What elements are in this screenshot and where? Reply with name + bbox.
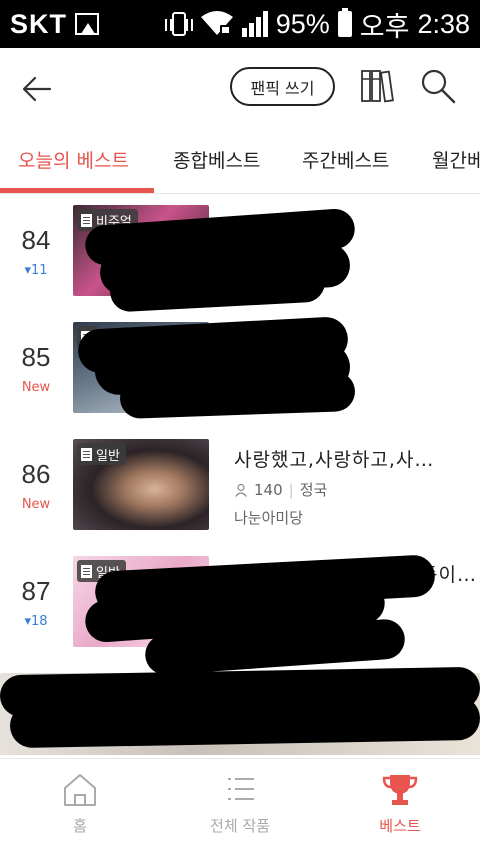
document-icon [81, 564, 92, 578]
meta-divider: | [288, 480, 294, 499]
trophy-icon [382, 775, 418, 805]
nav-all-works-label: 전체 작품 [210, 817, 270, 835]
category-badge: 일반 [77, 443, 126, 465]
story-title: 사랑했고,사랑하고,사… [234, 449, 435, 471]
redaction-mark [119, 370, 356, 420]
best-list: 84 ▾11 비주얼 85 New 86 New 일반 사랑했고,사랑하고,사… [0, 195, 480, 755]
nav-home[interactable]: 홈 [40, 759, 120, 844]
bookshelf-icon[interactable] [361, 69, 395, 103]
rank-change: ▾18 [24, 614, 48, 629]
nav-home-label: 홈 [73, 817, 87, 835]
person-icon [235, 483, 247, 497]
battery-icon [337, 8, 352, 37]
home-icon [64, 774, 96, 806]
tab-monthly-best[interactable]: 월간베 [432, 146, 480, 173]
image-notification-icon [75, 13, 99, 35]
search-icon[interactable] [420, 68, 456, 104]
story-meta: 140 | 정국 [234, 479, 327, 500]
app-header: 팬픽 쓰기 [0, 48, 480, 128]
rank-change: ▾11 [24, 263, 48, 278]
thumbnail: 일반 [73, 439, 209, 530]
tab-weekly-best[interactable]: 주간베스트 [302, 146, 389, 173]
list-icon [228, 778, 254, 800]
tab-today-best[interactable]: 오늘의 베스트 [18, 146, 129, 173]
list-item[interactable]: 86 New 일반 사랑했고,사랑하고,사… 140 | 정국 나눈아미당 [0, 429, 480, 546]
status-bar: SKT 95% 오후 2:38 [0, 0, 480, 48]
redaction-mark [9, 695, 480, 749]
signal-icon [241, 11, 268, 37]
rank-number: 85 [21, 342, 51, 372]
wifi-icon [200, 11, 233, 35]
vibrate-icon [164, 12, 193, 36]
carrier-label: SKT [10, 8, 67, 39]
nav-best-label: 베스트 [379, 817, 421, 835]
nav-best[interactable]: 베스트 [360, 759, 440, 844]
write-fanfic-button[interactable]: 팬픽 쓰기 [230, 67, 335, 106]
author-name: 나눈아미당 [234, 509, 304, 527]
rank-number: 84 [21, 225, 51, 255]
bottom-nav: 홈 전체 작품 베스트 [0, 758, 480, 844]
battery-percent: 95% [275, 8, 330, 39]
ranking-tabs: 오늘의 베스트 종합베스트 주간베스트 월간베 [0, 128, 480, 194]
rank-change: New [21, 497, 51, 512]
rank-number: 87 [21, 576, 51, 606]
rank-number: 86 [21, 459, 51, 489]
rank-change: New [21, 380, 51, 395]
document-icon [81, 447, 92, 461]
active-tab-indicator [0, 188, 154, 193]
image-icon [81, 213, 92, 227]
ampm-label: 오후 [359, 11, 410, 42]
tab-overall-best[interactable]: 종합베스트 [173, 146, 260, 173]
back-arrow-icon[interactable] [20, 72, 54, 106]
view-count: 140 [254, 480, 283, 499]
tag-label: 정국 [299, 481, 328, 499]
nav-all-works[interactable]: 전체 작품 [190, 759, 290, 844]
clock: 2:38 [417, 8, 470, 39]
